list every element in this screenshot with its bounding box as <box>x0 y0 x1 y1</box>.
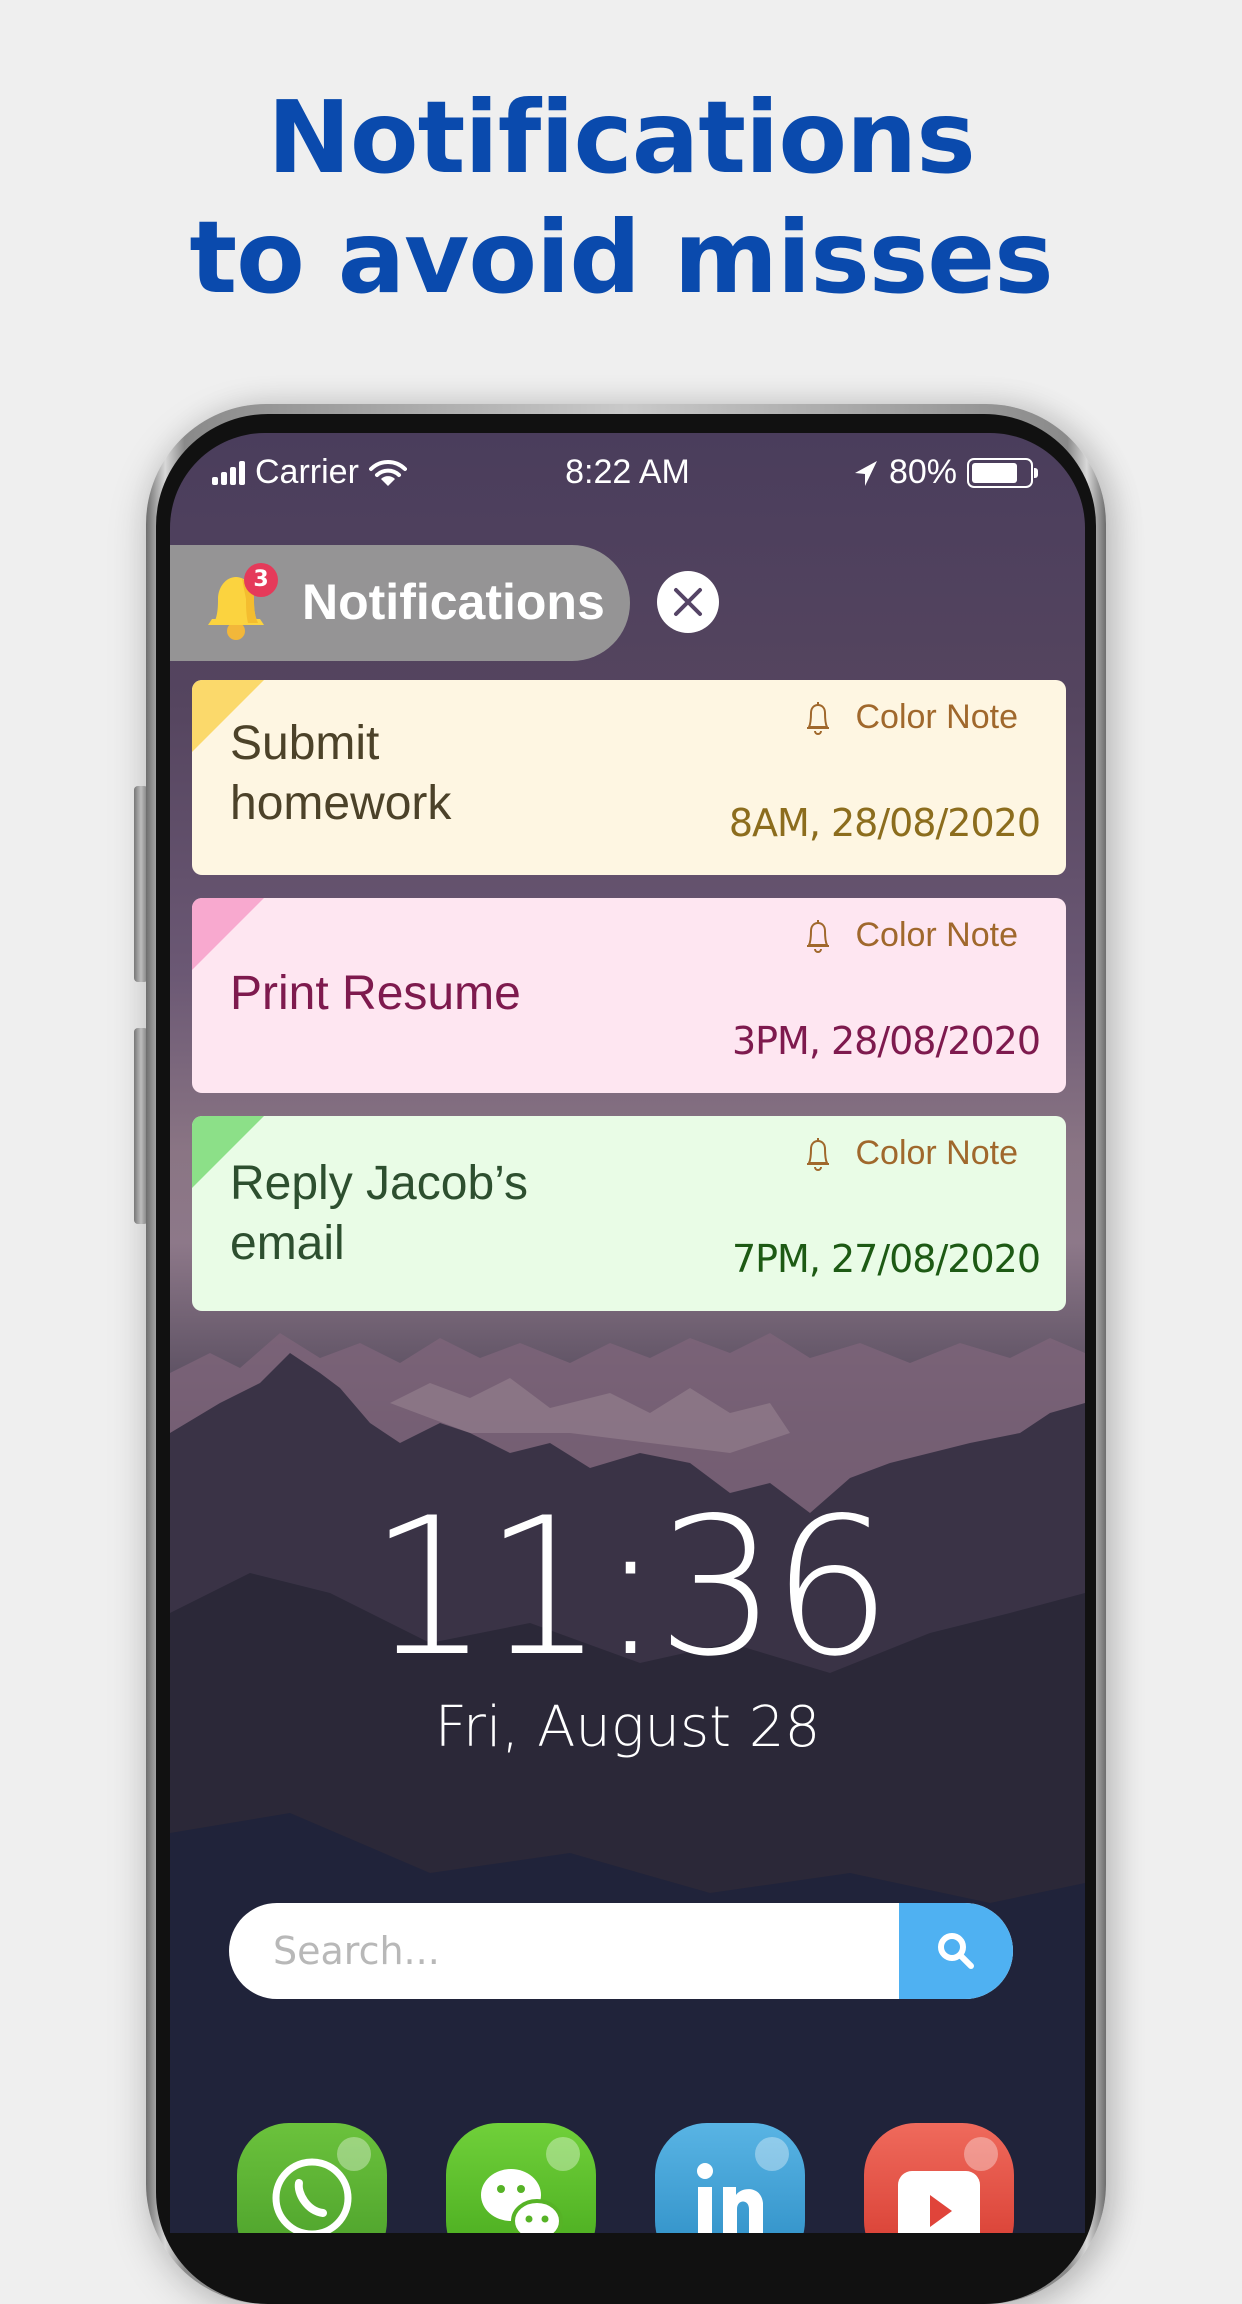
notifications-header[interactable]: 3 Notifications <box>170 545 630 661</box>
dock-app-linkedin[interactable] <box>655 2123 805 2233</box>
mountain-wallpaper <box>170 1333 1085 2233</box>
close-notifications-button[interactable] <box>657 571 719 633</box>
search-icon <box>938 1933 974 1969</box>
dock-app-wechat[interactable] <box>446 2123 596 2233</box>
headline-line-1: Notifications <box>267 79 976 196</box>
notification-card[interactable]: Print Resume Color Note 3PM, 28/08/2020 <box>192 898 1066 1093</box>
card-source: Color Note <box>803 916 1018 955</box>
bell-outline-icon <box>807 1137 830 1171</box>
notification-count-badge: 3 <box>244 563 278 597</box>
card-datetime: 3PM, 28/08/2020 <box>731 1019 1041 1063</box>
card-title: Reply Jacob’s email <box>230 1157 528 1270</box>
youtube-icon <box>898 2171 980 2233</box>
card-title: Submit homework <box>230 717 452 830</box>
dock-app-whatsapp[interactable] <box>237 2123 387 2233</box>
battery-icon <box>967 457 1038 488</box>
card-source-label: Color Note <box>855 916 1018 954</box>
location-arrow-icon <box>854 460 877 486</box>
card-color-tag <box>192 898 264 970</box>
notification-card[interactable]: Reply Jacob’s email Color Note 7PM, 27/0… <box>192 1116 1066 1311</box>
card-title: Print Resume <box>230 967 521 1020</box>
notification-bell: 3 <box>204 563 278 643</box>
search-button[interactable] <box>899 1903 1013 1999</box>
card-source: Color Note <box>803 1134 1018 1173</box>
headline-line-2: to avoid misses <box>189 199 1053 316</box>
lock-screen: Carrier 8:22 AM 80% 3 Notifications Subm… <box>170 433 1085 2233</box>
bell-outline-icon <box>807 701 830 735</box>
battery-percent: 80% <box>888 453 957 491</box>
search-bar <box>229 1903 1013 1999</box>
card-datetime: 8AM, 28/08/2020 <box>728 801 1041 845</box>
status-bar: Carrier 8:22 AM 80% <box>170 433 1085 513</box>
card-datetime: 7PM, 27/08/2020 <box>731 1237 1041 1281</box>
wechat-icon <box>481 2169 563 2233</box>
card-source-label: Color Note <box>855 1134 1018 1172</box>
linkedin-icon <box>697 2163 763 2233</box>
card-source-label: Color Note <box>855 698 1018 736</box>
search-input[interactable] <box>229 1903 899 1999</box>
bell-outline-icon <box>807 919 830 953</box>
dock-app-youtube[interactable] <box>864 2123 1014 2233</box>
notifications-title: Notifications <box>302 574 605 630</box>
close-icon <box>674 588 702 616</box>
lockscreen-clock: 11:36 <box>368 1477 893 1698</box>
promo-headline: Notifications to avoid misses <box>0 78 1242 318</box>
notification-card[interactable]: Submit homework Color Note 8AM, 28/08/20… <box>192 680 1066 875</box>
card-source: Color Note <box>803 698 1018 737</box>
lockscreen-date: Fri, August 28 <box>434 1695 821 1760</box>
